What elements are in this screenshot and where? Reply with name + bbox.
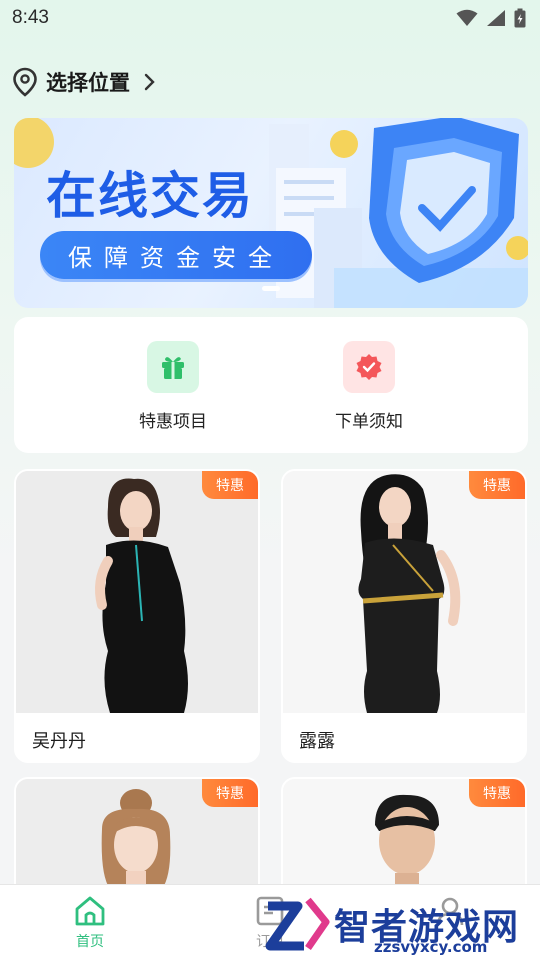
banner-indicator [262, 286, 280, 291]
promo-badge: 特惠 [202, 471, 258, 499]
home-icon [75, 896, 105, 926]
product-name: 露露 [299, 731, 335, 752]
quick-actions-card: 特惠项目 下单须知 [14, 317, 528, 453]
status-time: 8:43 [12, 7, 49, 28]
product-photo: 特惠 [283, 779, 525, 895]
quick-action-label: 特惠项目 [139, 412, 207, 432]
promo-badge: 特惠 [469, 779, 525, 807]
watermark-logo [265, 897, 330, 951]
product-card[interactable]: 特惠 [281, 777, 527, 897]
battery-icon [514, 8, 526, 28]
promo-banner[interactable]: 在线交易 保障资金安全 [14, 118, 528, 308]
location-pin-icon [13, 67, 37, 97]
product-photo: 特惠 [16, 471, 258, 713]
tab-home[interactable]: 首页 [0, 885, 180, 960]
watermark-url: zzsvyxcy.com [374, 938, 488, 956]
badge-check-icon [343, 341, 395, 393]
quick-action-special-offers[interactable]: 特惠项目 [113, 341, 233, 432]
banner-subtitle-pill: 保障资金安全 [40, 231, 312, 279]
status-icons [456, 8, 526, 28]
chevron-right-icon [144, 73, 155, 91]
watermark: 智者游戏网 zzsvyxcy.com [264, 888, 540, 960]
promo-badge: 特惠 [469, 471, 525, 499]
product-card[interactable]: 特惠 露露 [281, 469, 527, 763]
signal-icon [487, 10, 505, 26]
product-photo: 特惠 [16, 779, 258, 895]
banner-title: 在线交易 [46, 167, 254, 225]
location-selector[interactable]: 选择位置 [12, 64, 158, 100]
wifi-icon [456, 9, 478, 26]
quick-action-order-notice[interactable]: 下单须知 [309, 341, 429, 432]
product-name: 吴丹丹 [32, 731, 86, 752]
product-card[interactable]: 特惠 吴丹丹 [14, 469, 260, 763]
quick-action-label: 下单须知 [335, 412, 403, 432]
location-label: 选择位置 [46, 71, 130, 95]
product-photo: 特惠 [283, 471, 525, 713]
status-bar: 8:43 [0, 0, 540, 36]
product-card[interactable]: 特惠 [14, 777, 260, 897]
gift-icon [147, 341, 199, 393]
promo-badge: 特惠 [202, 779, 258, 807]
tab-label: 首页 [76, 934, 104, 950]
